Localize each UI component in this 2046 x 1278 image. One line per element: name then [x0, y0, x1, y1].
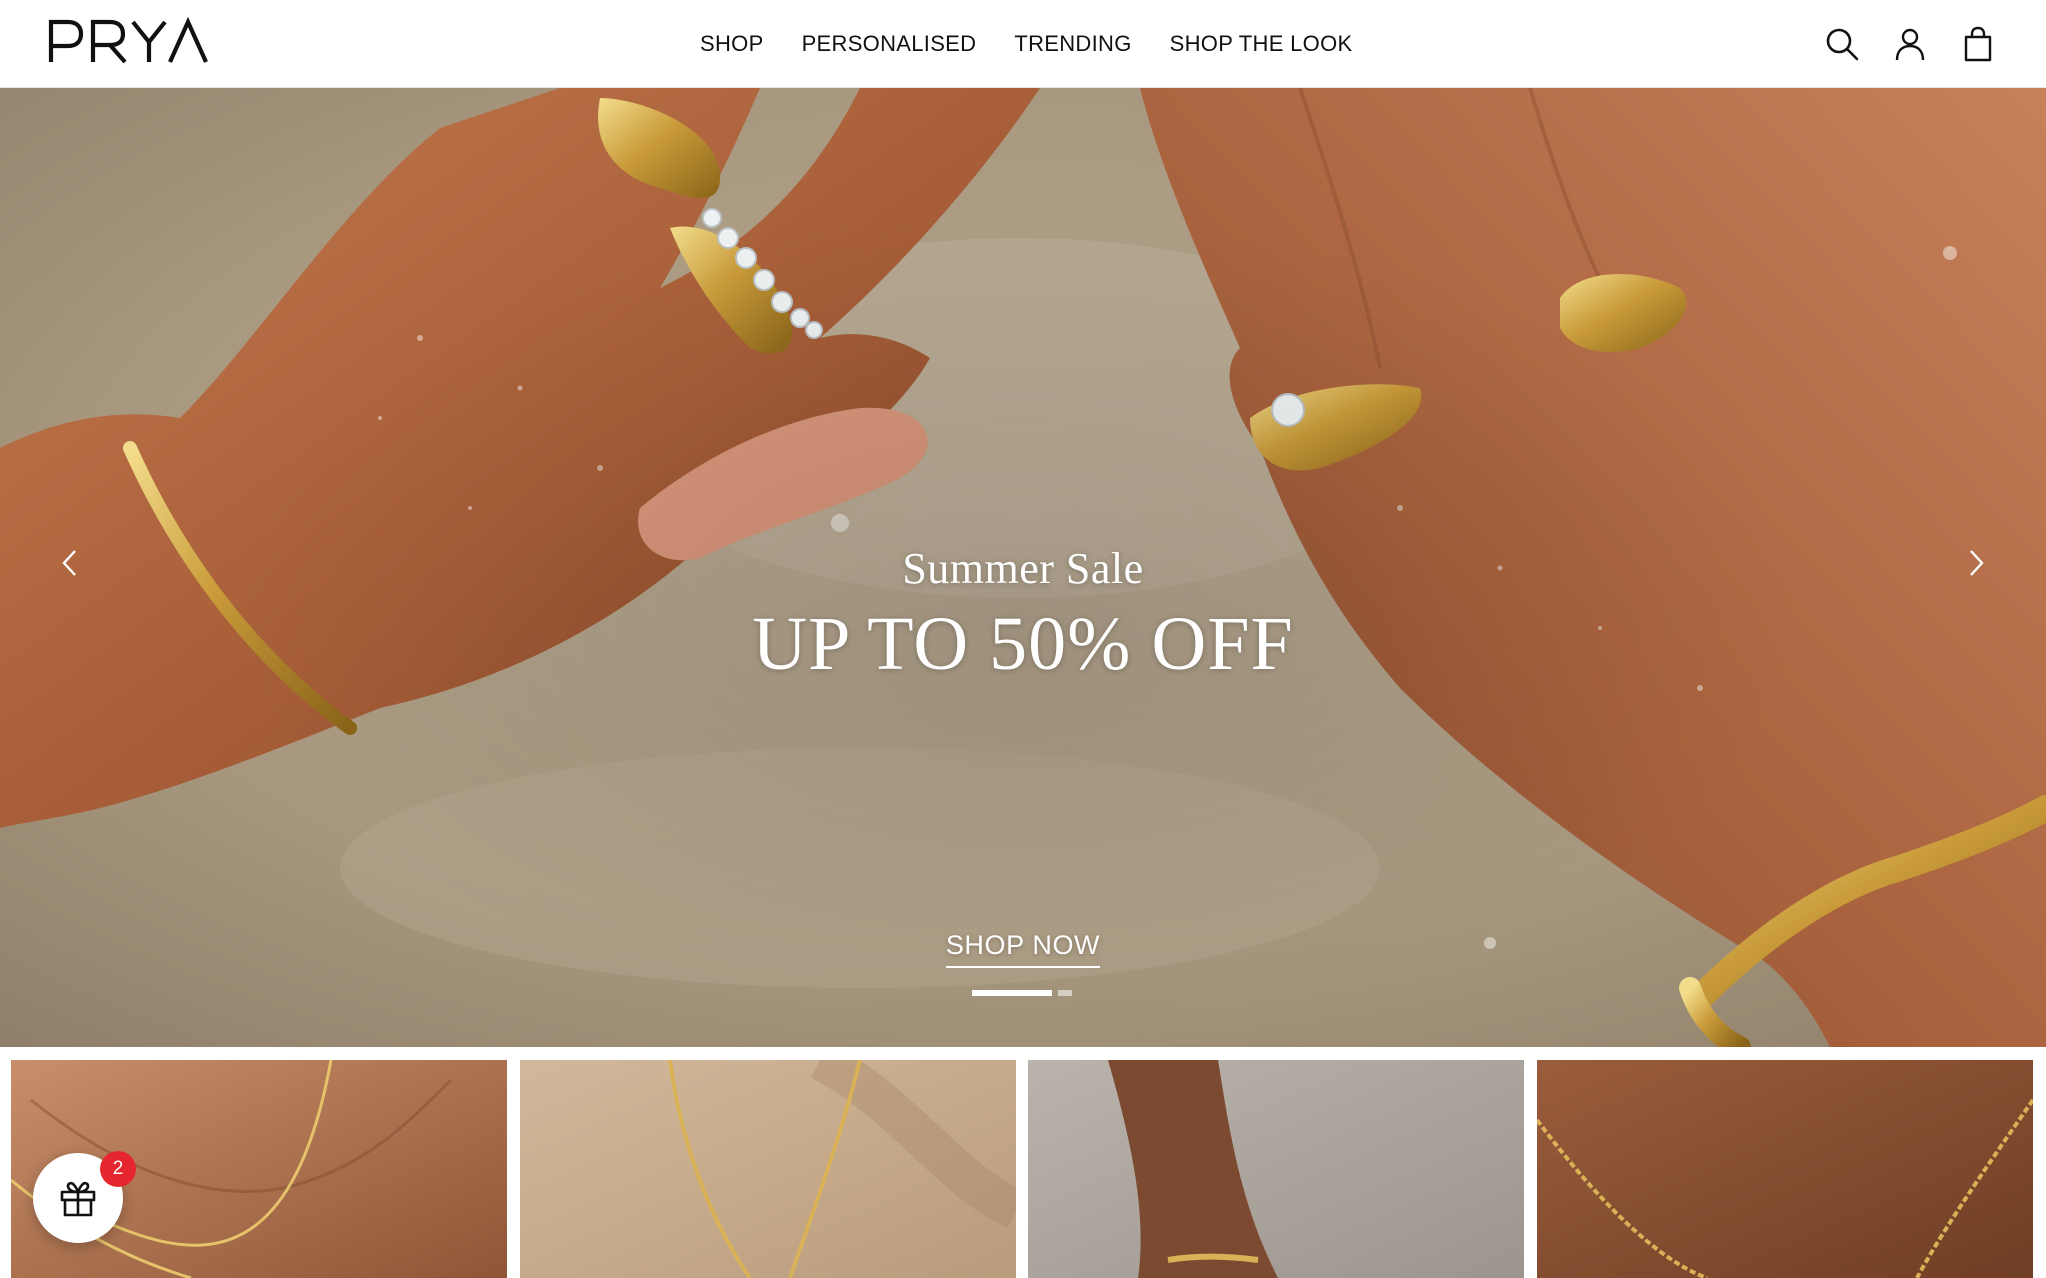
slide-dot-2[interactable] — [1058, 990, 1072, 996]
nav-item-personalised[interactable]: PERSONALISED — [802, 31, 977, 57]
product-tile[interactable] — [520, 1060, 1016, 1278]
hero-subtitle: Summer Sale — [902, 544, 1144, 593]
product-tile[interactable] — [1537, 1060, 2033, 1278]
nav-item-shop[interactable]: SHOP — [700, 31, 764, 57]
slide-indicator — [972, 990, 1072, 996]
account-icon[interactable] — [1892, 26, 1928, 62]
product-tiles — [0, 1047, 2046, 1278]
header-actions — [1824, 0, 1996, 88]
hero-cta-wrap: SHOP NOW — [0, 930, 2046, 968]
slide-dot-1[interactable] — [972, 990, 1052, 996]
necklace-on-sand-image — [520, 1060, 1016, 1278]
nav-item-trending[interactable]: TRENDING — [1014, 31, 1131, 57]
logo-wordmark-icon — [48, 16, 208, 64]
gift-badge: 2 — [100, 1151, 136, 1187]
site-header: PRYA SHOP PERSONALISED TRENDING SHOP THE… — [0, 0, 2046, 88]
hero-slideshow: Summer Sale UP TO 50% OFF SHOP NOW — [0, 88, 2046, 1047]
chain-necklace-image — [1537, 1060, 2033, 1278]
gift-icon — [60, 1181, 96, 1217]
nav-item-shop-the-look[interactable]: SHOP THE LOOK — [1170, 31, 1353, 57]
brand-logo[interactable]: PRYA — [48, 14, 210, 66]
main-nav: SHOP PERSONALISED TRENDING SHOP THE LOOK — [700, 0, 1352, 88]
shopping-bag-icon[interactable] — [1960, 26, 1996, 62]
hero-title: UP TO 50% OFF — [752, 602, 1294, 686]
product-tile[interactable] — [1028, 1060, 1524, 1278]
shop-now-button[interactable]: SHOP NOW — [945, 930, 1101, 968]
anklet-image — [1028, 1060, 1524, 1278]
search-icon[interactable] — [1824, 26, 1860, 62]
